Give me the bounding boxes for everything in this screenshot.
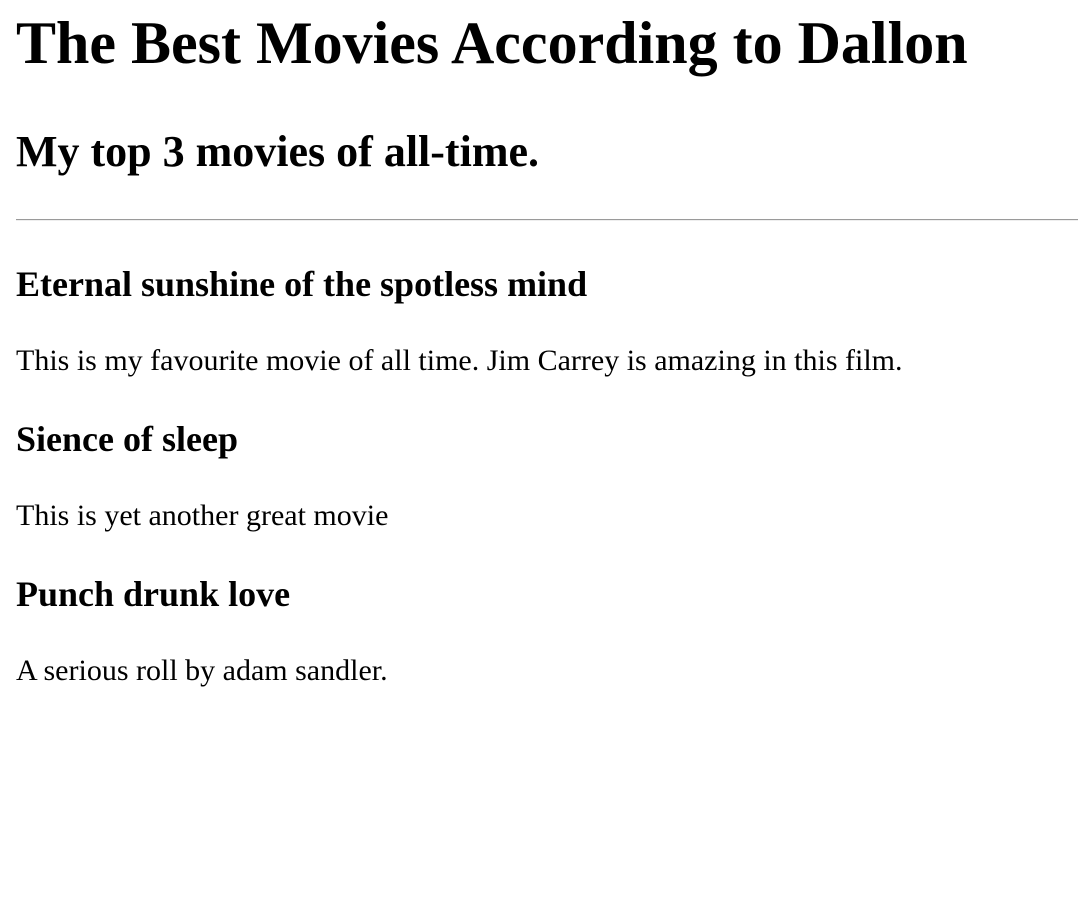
movie-description: This is my favourite movie of all time. … (16, 344, 903, 377)
movie-title: Sience of sleep (16, 419, 238, 459)
movie-title: Punch drunk love (16, 574, 291, 614)
page-title: The Best Movies According to Dallon (16, 10, 968, 76)
movie-title: Eternal sunshine of the spotless mind (16, 264, 588, 304)
section-divider (16, 219, 1078, 221)
movie-description: This is yet another great movie (16, 499, 389, 532)
page-subtitle: My top 3 movies of all-time. (16, 127, 539, 176)
movie-description: A serious roll by adam sandler. (16, 654, 388, 687)
